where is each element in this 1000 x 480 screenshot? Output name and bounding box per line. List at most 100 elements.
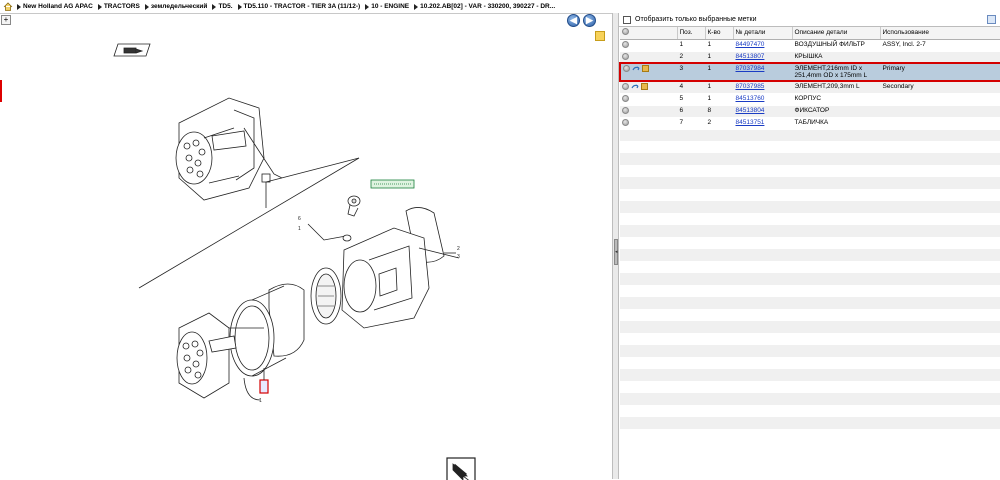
empty-cell xyxy=(705,225,733,237)
row-qty-cell: 1 xyxy=(705,62,733,82)
row-actions-cell xyxy=(620,117,677,130)
empty-cell xyxy=(705,189,733,201)
table-row[interactable]: 6 8 84513804 ФИКСАТОР xyxy=(620,105,1000,118)
exploded-parts-diagram: 6 1 2 3 1 xyxy=(113,43,476,480)
empty-cell xyxy=(880,321,1000,333)
breadcrumb-item[interactable]: New Holland AG APAC xyxy=(17,3,93,10)
empty-cell xyxy=(792,369,880,381)
nav-back-button[interactable]: ◀ xyxy=(567,14,580,27)
empty-cell xyxy=(880,177,1000,189)
breadcrumb-item[interactable]: TD5. xyxy=(212,3,233,10)
empty-cell xyxy=(792,165,880,177)
table-row[interactable]: 4 1 87037985 ЭЛЕМЕНТ,209,3mm L Secondary xyxy=(620,81,1000,94)
parts-table: Поз. К-во № детали Описание детали Испол… xyxy=(619,27,1000,441)
table-header-row: Поз. К-во № детали Описание детали Испол… xyxy=(620,27,1000,40)
breadcrumb: New Holland AG APAC TRACTORS земледельческ… xyxy=(0,0,1000,13)
row-pos-cell: 2 xyxy=(679,52,684,60)
empty-cell xyxy=(705,261,733,273)
selected-callout[interactable] xyxy=(259,379,269,394)
table-row[interactable]: 7 2 84513751 ТАБЛИЧКА xyxy=(620,117,1000,130)
secondary-element-drawing xyxy=(310,267,342,325)
select-row-icon[interactable] xyxy=(623,65,630,72)
collapse-handle[interactable]: ◂ xyxy=(614,239,618,265)
row-qty-cell: 1 xyxy=(705,51,733,64)
row-pos-cell: 3 xyxy=(677,62,705,82)
row-part-number-link[interactable]: 84513804 xyxy=(736,107,765,114)
row-part-number-link[interactable]: 84513807 xyxy=(736,53,765,60)
empty-cell xyxy=(705,285,733,297)
col-header-part-number[interactable]: № детали xyxy=(733,27,793,40)
empty-cell xyxy=(880,237,1000,249)
select-row-icon[interactable] xyxy=(622,94,629,102)
empty-row xyxy=(620,213,1000,225)
breadcrumb-item[interactable]: TD5.110 - TRACTOR - TIER 3A (11/12-) xyxy=(237,3,360,10)
select-row-icon[interactable] xyxy=(622,52,629,60)
select-row-icon[interactable] xyxy=(622,106,629,114)
empty-cell xyxy=(620,369,677,381)
empty-cell xyxy=(677,345,705,357)
show-selected-only-label: Отобразить только выбранные метки xyxy=(635,16,757,23)
row-description-cell: ТАБЛИЧКА xyxy=(792,117,880,130)
table-row[interactable]: 3 1 87037984 ЭЛЕМЕНТ,216mm ID x 251,4mm OD … xyxy=(619,62,1000,82)
col-header-actions xyxy=(620,27,678,40)
view-toggle-icon[interactable] xyxy=(113,43,151,57)
breadcrumb-label: TD5. xyxy=(218,3,233,10)
empty-cell xyxy=(705,201,733,213)
breadcrumb-item[interactable]: 10.202.AB[02] - VAR - 330200, 390227 - D… xyxy=(414,3,555,10)
primary-element-drawing xyxy=(229,283,305,377)
breadcrumb-item[interactable]: 10 - ENGINE xyxy=(365,3,409,10)
package-icon[interactable] xyxy=(641,83,648,90)
replacement-arrow-icon[interactable] xyxy=(631,83,639,90)
empty-row xyxy=(620,357,1000,369)
export-icon[interactable] xyxy=(987,15,996,24)
empty-cell xyxy=(705,357,733,369)
row-actions-cell xyxy=(620,81,677,94)
row-part-number-link[interactable]: 87037984 xyxy=(736,65,765,72)
select-row-icon[interactable] xyxy=(622,118,629,126)
row-pos-cell: 2 xyxy=(677,51,705,64)
breadcrumb-label: TRACTORS xyxy=(103,3,140,10)
breadcrumb-arrow-icon xyxy=(414,3,419,10)
empty-cell xyxy=(733,165,792,177)
row-part-number-link[interactable]: 84513751 xyxy=(736,119,765,126)
navigate-diagram-icon[interactable] xyxy=(446,457,476,480)
panel-splitter[interactable]: ◂ xyxy=(612,13,619,479)
empty-row xyxy=(620,309,1000,321)
package-icon[interactable] xyxy=(642,65,649,72)
col-header-usage[interactable]: Использование xyxy=(880,27,1000,40)
row-qty-cell: 2 xyxy=(707,118,712,126)
breadcrumb-item[interactable]: TRACTORS xyxy=(97,3,140,10)
show-selected-only-checkbox[interactable] xyxy=(623,15,631,24)
table-row[interactable]: 5 1 84513760 КОРПУС xyxy=(620,93,1000,106)
empty-cell xyxy=(792,321,880,333)
select-row-icon[interactable] xyxy=(622,83,629,90)
home-icon[interactable] xyxy=(3,2,13,11)
row-part-number-link[interactable]: 87037985 xyxy=(736,83,765,90)
empty-cell xyxy=(733,333,792,345)
empty-cell xyxy=(880,297,1000,309)
empty-cell xyxy=(792,333,880,345)
nav-forward-button[interactable]: ▶ xyxy=(583,14,596,27)
col-header-description[interactable]: Описание детали xyxy=(792,27,881,40)
zoom-in-button[interactable]: + xyxy=(1,15,11,25)
empty-cell xyxy=(620,309,677,321)
row-part-number-link[interactable]: 84513760 xyxy=(736,95,765,102)
empty-cell xyxy=(705,249,733,261)
replacement-arrow-icon[interactable] xyxy=(632,65,640,72)
empty-cell xyxy=(880,357,1000,369)
empty-row xyxy=(620,345,1000,357)
col-header-pos[interactable]: Поз. xyxy=(677,27,706,40)
table-row[interactable]: 1 1 84497470 ВОЗДУШНЫЙ ФИЛЬТР ASSY, Incl. 2-… xyxy=(620,39,1000,52)
col-header-qty[interactable]: К-во xyxy=(705,27,734,40)
empty-cell xyxy=(620,201,677,213)
select-row-icon[interactable] xyxy=(622,40,629,48)
row-qty-cell: 1 xyxy=(707,40,712,48)
select-all-icon[interactable] xyxy=(622,28,629,36)
empty-cell xyxy=(733,429,792,441)
row-part-number-link[interactable]: 84497470 xyxy=(736,41,765,48)
row-description-cell: КОРПУС xyxy=(794,94,822,102)
breadcrumb-item[interactable]: земледельческий xyxy=(144,3,207,10)
empty-row xyxy=(620,273,1000,285)
empty-cell xyxy=(733,249,792,261)
table-row[interactable]: 2 1 84513807 КРЫШКА xyxy=(620,51,1000,64)
